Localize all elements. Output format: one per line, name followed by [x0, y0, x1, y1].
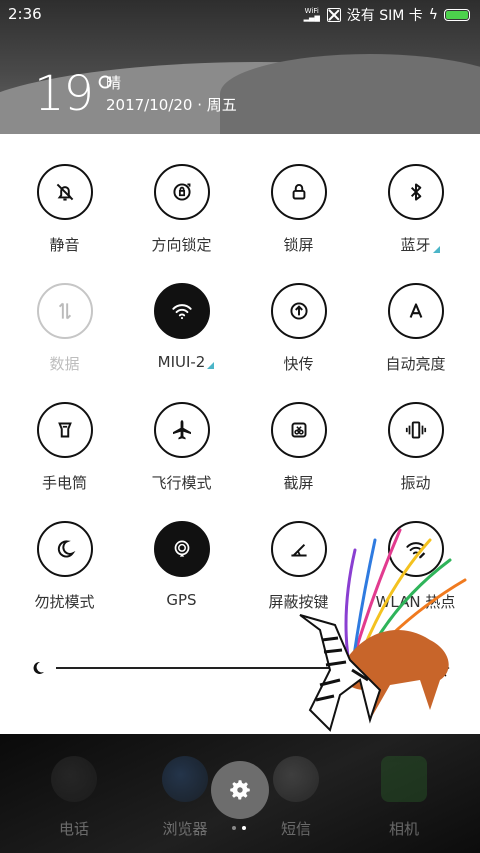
- vibrate-icon: [405, 421, 426, 439]
- quick-transfer-icon: [289, 302, 308, 320]
- wifi-status-icon: WiFi ▂▄▆: [303, 7, 320, 22]
- tile-label: 自动亮度: [385, 355, 446, 373]
- tile-label: 屏蔽按键: [268, 593, 329, 611]
- tile-toggle-button[interactable]: [153, 283, 210, 339]
- tile-label: 截屏: [283, 474, 314, 492]
- tile-toggle-button[interactable]: [387, 402, 444, 458]
- tile-label: WLAN 热点: [375, 593, 456, 611]
- tile-flashlight[interactable]: 手电筒: [6, 402, 123, 493]
- brightness-low-icon: [33, 661, 44, 674]
- block-keys-icon: [290, 543, 307, 557]
- carrier-text: 没有 SIM 卡: [346, 8, 423, 24]
- tile-toggle-button[interactable]: [36, 521, 93, 577]
- tile-toggle-button[interactable]: [270, 164, 327, 220]
- no-sim-icon: [326, 8, 341, 22]
- bluetooth-icon: [410, 183, 421, 201]
- tile-mobile-data[interactable]: 数据: [6, 283, 123, 374]
- tile-label: 快传: [283, 355, 314, 373]
- temperature: 19°: [34, 66, 117, 122]
- tile-toggle-button[interactable]: [387, 521, 444, 577]
- tile-label: 勿扰模式: [34, 593, 95, 611]
- charging-icon: ϟ: [428, 7, 438, 23]
- status-time: 2:36: [8, 5, 42, 23]
- tile-toggle-button[interactable]: [36, 402, 93, 458]
- background-hill: [220, 54, 480, 134]
- auto-brightness-icon: [409, 303, 422, 318]
- tile-moon[interactable]: 勿扰模式: [6, 521, 123, 612]
- hotspot-icon: [405, 542, 426, 559]
- more-options-indicator: [207, 362, 215, 369]
- tile-toggle-button[interactable]: [153, 402, 210, 458]
- page-dot-active: [242, 826, 246, 830]
- moon-icon: [57, 540, 75, 558]
- tile-toggle-button[interactable]: [153, 521, 210, 577]
- page-dot: [232, 826, 236, 830]
- page-indicator: [232, 826, 246, 830]
- tile-vibrate[interactable]: 振动: [357, 402, 474, 493]
- tile-auto-brightness[interactable]: 自动亮度: [357, 283, 474, 374]
- dock-app-camera[interactable]: 相机: [364, 756, 444, 839]
- status-icons: WiFi ▂▄▆ 没有 SIM 卡 ϟ: [303, 5, 470, 25]
- flashlight-icon: [57, 422, 72, 438]
- tile-label: 手电筒: [41, 474, 87, 492]
- tile-label: 振动: [400, 474, 431, 492]
- tile-label: 蓝牙: [400, 234, 440, 255]
- tile-label: 静音: [49, 236, 80, 254]
- weather-header: 2:36 WiFi ▂▄▆ 没有 SIM 卡 ϟ 19° 晴 2017/10/20…: [0, 0, 480, 134]
- tile-lock[interactable]: 锁屏: [240, 164, 357, 255]
- browser-icon: [162, 756, 208, 802]
- mobile-data-icon: [58, 302, 71, 320]
- dock-app-label: 短信: [280, 820, 311, 838]
- tile-airplane[interactable]: 飞行模式: [123, 402, 240, 493]
- tile-toggle-button[interactable]: [270, 283, 327, 339]
- tile-toggle-button[interactable]: [270, 521, 327, 577]
- brightness-track[interactable]: [56, 667, 416, 669]
- status-bar: 2:36 WiFi ▂▄▆ 没有 SIM 卡 ϟ: [0, 0, 480, 28]
- dock-app-label: 浏览器: [162, 820, 208, 838]
- gps-icon: [174, 540, 189, 557]
- tile-screenshot[interactable]: 截屏: [240, 402, 357, 493]
- dock-app-label: 相机: [388, 820, 419, 838]
- tile-toggle-button[interactable]: [270, 402, 327, 458]
- tile-bluetooth[interactable]: 蓝牙: [357, 164, 474, 255]
- tile-gps[interactable]: GPS: [123, 521, 240, 609]
- rotation-lock-icon: [172, 183, 191, 201]
- tile-label: 方向锁定: [151, 236, 212, 254]
- tile-hotspot[interactable]: WLAN 热点: [357, 521, 474, 612]
- dock-app-phone[interactable]: 电话: [34, 756, 114, 839]
- tile-label: GPS: [166, 591, 197, 609]
- tile-label: 飞行模式: [151, 474, 212, 492]
- bell-off-icon: [56, 183, 73, 201]
- tile-label: 数据: [49, 355, 80, 373]
- tile-bell-off[interactable]: 静音: [6, 164, 123, 255]
- tile-toggle-button[interactable]: [36, 164, 93, 220]
- brightness-high-icon: [426, 656, 450, 680]
- weather-condition: 晴: [106, 74, 122, 92]
- weather-date: 2017/10/20 · 周五: [106, 96, 237, 114]
- messages-icon: [273, 756, 319, 802]
- camera-icon: [381, 756, 427, 802]
- gear-icon: [230, 780, 250, 800]
- tile-toggle-button[interactable]: [387, 283, 444, 339]
- tile-label: MIUI-2: [158, 353, 215, 371]
- dock-app-label: 电话: [58, 820, 89, 838]
- tile-block-keys[interactable]: 屏蔽按键: [240, 521, 357, 612]
- more-options-indicator: [432, 246, 440, 253]
- lock-icon: [292, 184, 305, 200]
- settings-button[interactable]: [211, 761, 269, 819]
- tile-toggle-button[interactable]: [153, 164, 210, 220]
- phone-icon: [51, 756, 97, 802]
- tile-label: 锁屏: [283, 236, 314, 254]
- battery-icon: [444, 9, 470, 21]
- airplane-icon: [172, 420, 191, 440]
- tile-rotation-lock[interactable]: 方向锁定: [123, 164, 240, 255]
- tile-toggle-button[interactable]: [36, 283, 93, 339]
- wifi-icon: [171, 304, 192, 320]
- tile-quick-transfer[interactable]: 快传: [240, 283, 357, 374]
- tile-toggle-button[interactable]: [387, 164, 444, 220]
- screenshot-icon: [291, 422, 306, 438]
- brightness-slider[interactable]: [30, 648, 450, 688]
- tile-wifi[interactable]: MIUI-2: [123, 283, 240, 371]
